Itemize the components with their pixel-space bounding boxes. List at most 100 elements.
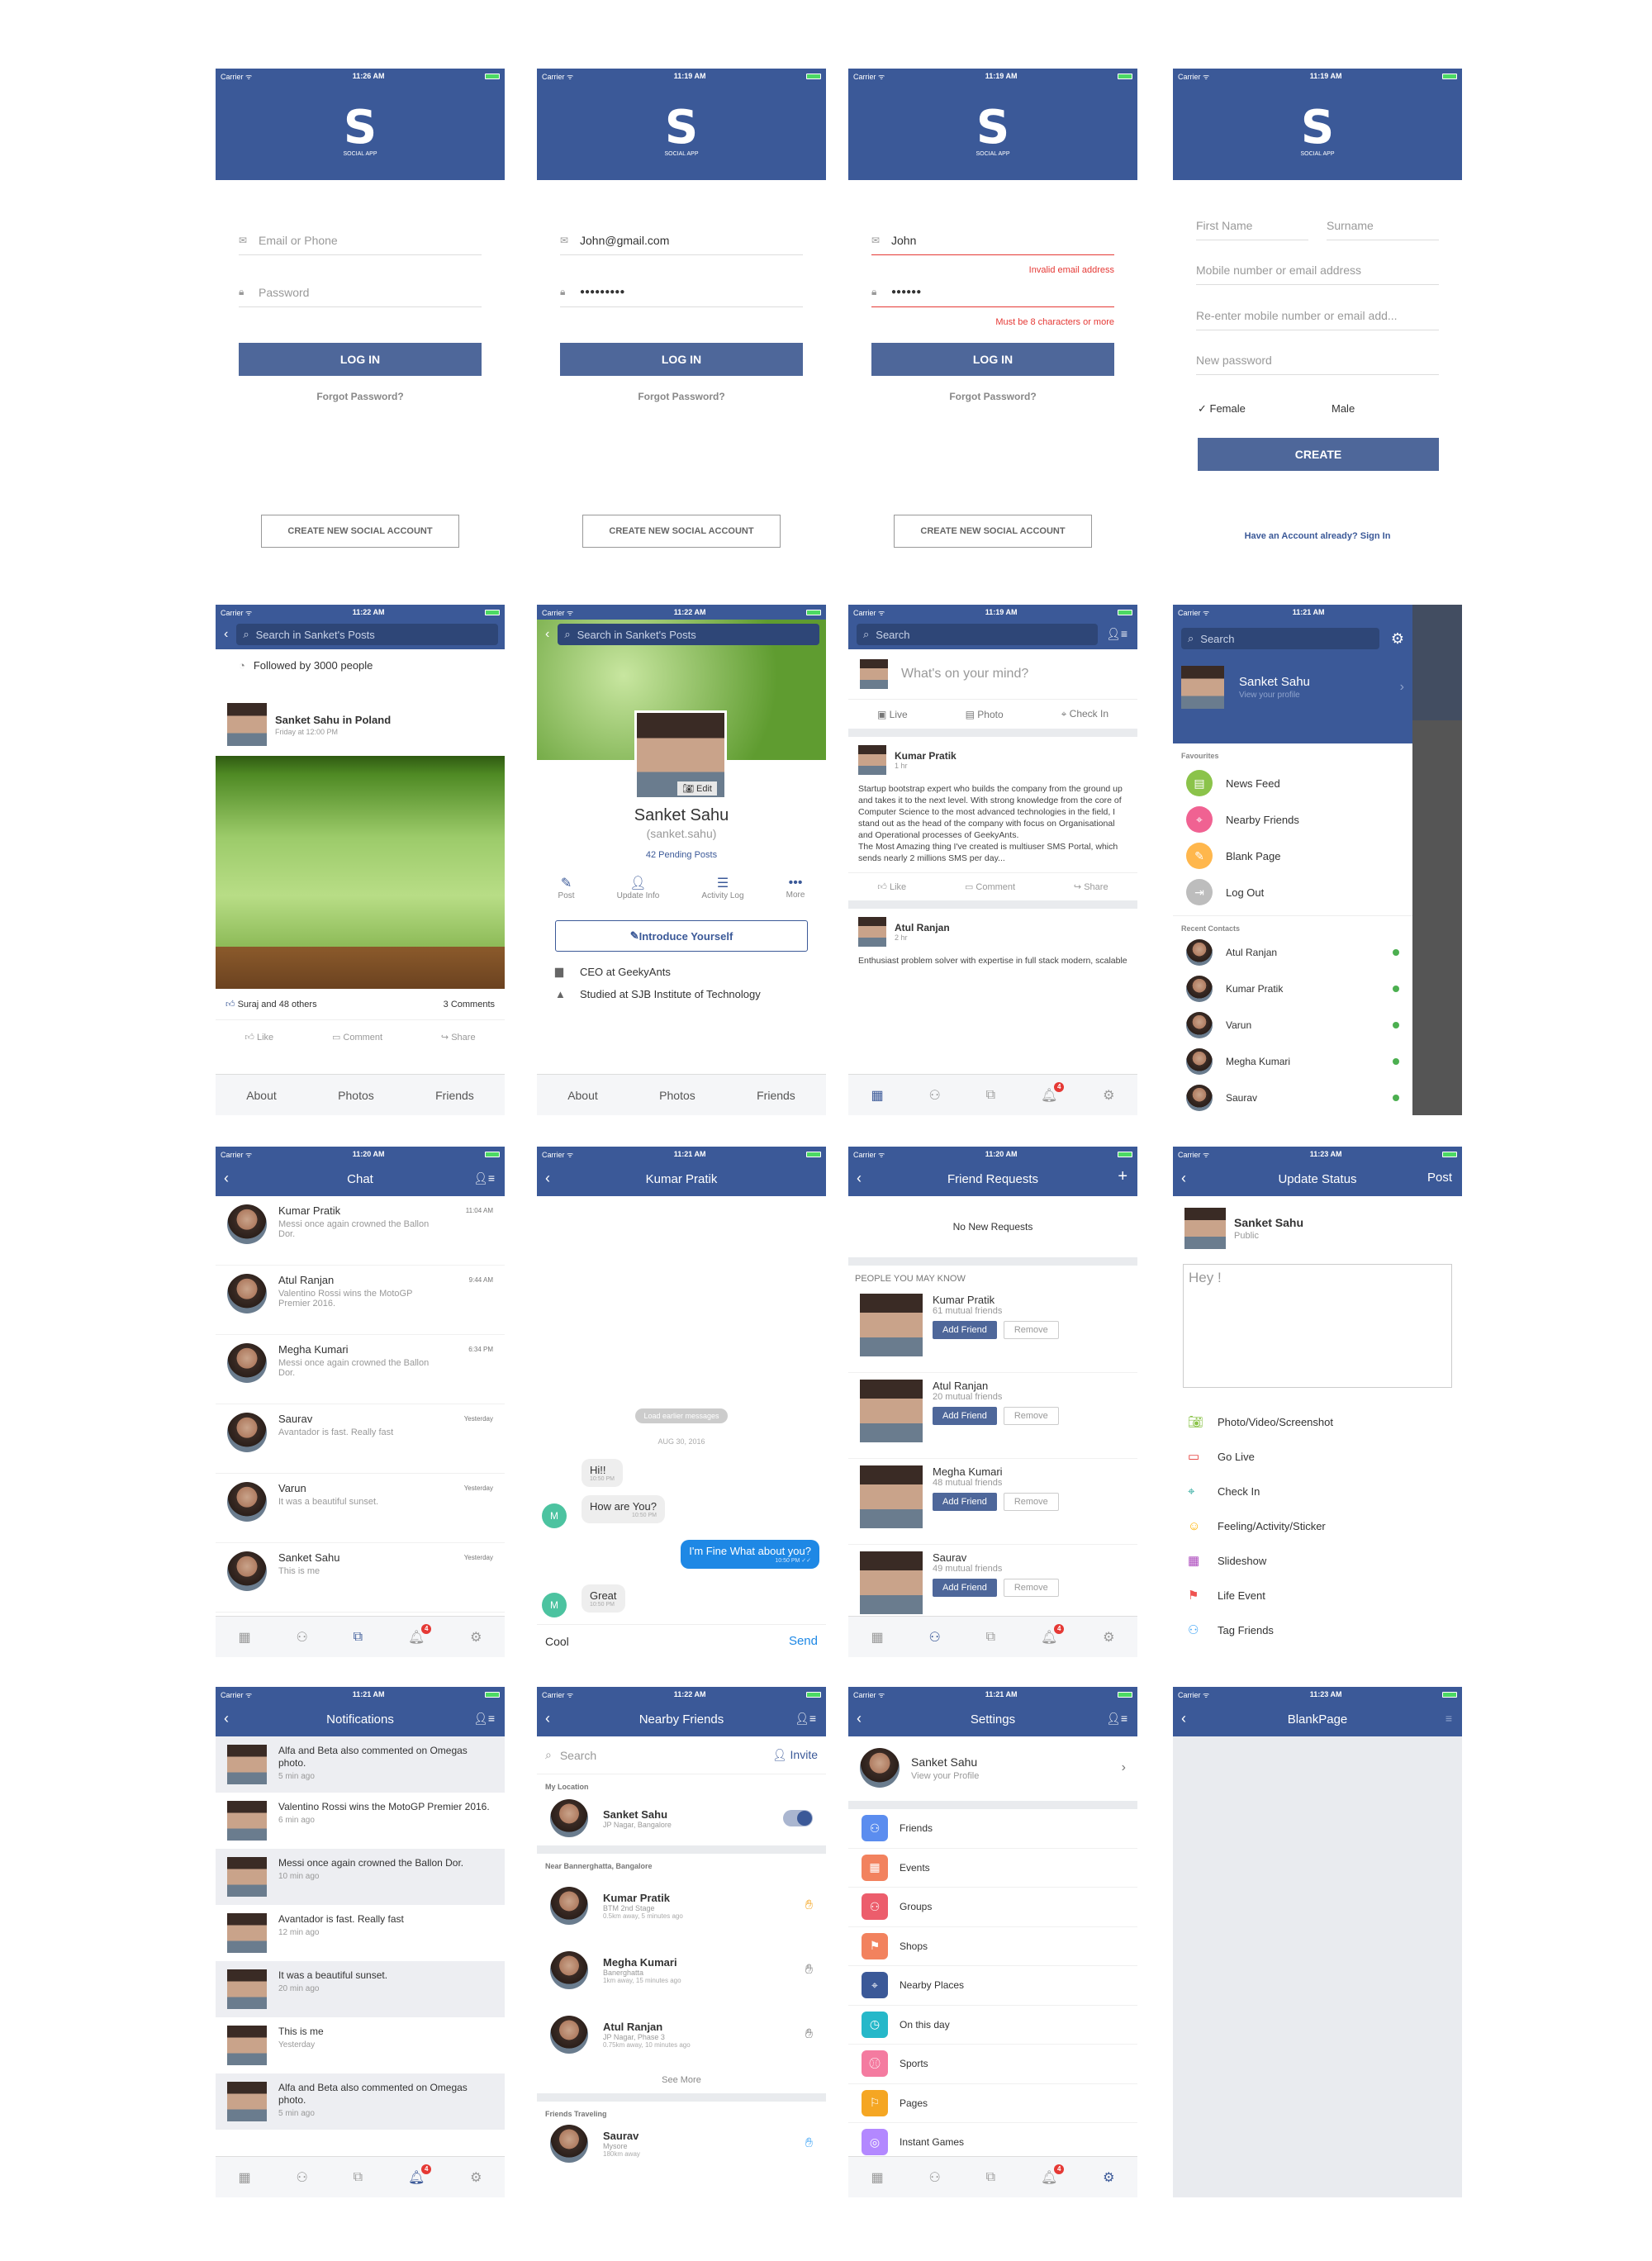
add-friend-button[interactable]: Add Friend bbox=[933, 1493, 997, 1511]
avatar[interactable] bbox=[227, 703, 267, 746]
remove-button[interactable]: Remove bbox=[1003, 1407, 1059, 1425]
create-account-button[interactable]: CREATE NEW SOCIAL ACCOUNT bbox=[894, 515, 1092, 548]
remove-button[interactable]: Remove bbox=[1003, 1493, 1059, 1511]
email-input[interactable]: ✉ Email or Phone bbox=[239, 226, 482, 255]
like-button[interactable]: 👍︎ Like bbox=[244, 1032, 273, 1043]
tab-settings[interactable]: ⚙ bbox=[1103, 2169, 1114, 2186]
tab-messages[interactable]: ⧉ bbox=[354, 2170, 363, 2185]
composer[interactable]: What's on your mind? bbox=[848, 649, 1137, 700]
tab-about[interactable]: About bbox=[246, 1089, 277, 1102]
email-input[interactable]: ✉ John@gmail.com bbox=[560, 226, 803, 255]
forgot-password-link[interactable]: Forgot Password? bbox=[216, 391, 505, 402]
contacts-icon[interactable]: 👤︎≡ bbox=[473, 1709, 495, 1727]
add-friend-button[interactable]: Add Friend bbox=[933, 1579, 997, 1597]
chat-row[interactable]: Atul Ranjan 9:44 AM Valentino Rossi wins t… bbox=[216, 1266, 505, 1335]
introduce-yourself-button[interactable]: ✎ Introduce Yourself bbox=[555, 920, 808, 952]
login-button[interactable]: LOG IN bbox=[560, 343, 803, 376]
tab-messages[interactable]: ⧉ bbox=[986, 2170, 995, 2185]
audience-selector[interactable]: Public bbox=[1234, 1231, 1303, 1241]
settings-item[interactable]: ⚑ Shops bbox=[848, 1927, 1137, 1966]
male-radio[interactable]: Male bbox=[1332, 402, 1355, 415]
back-icon[interactable]: ‹ bbox=[545, 627, 549, 642]
surname-input[interactable]: Surname bbox=[1327, 211, 1439, 240]
notification-row[interactable]: Alfa and Beta also commented on Omegas p… bbox=[216, 2073, 505, 2130]
wave-icon[interactable]: ✋︎ bbox=[805, 1963, 813, 1978]
menu-item-nearby-friends[interactable]: ⌖ Nearby Friends bbox=[1173, 801, 1412, 838]
add-icon[interactable]: + bbox=[1118, 1167, 1127, 1185]
settings-item[interactable]: ⚇ Friends bbox=[848, 1809, 1137, 1849]
back-icon[interactable]: ‹ bbox=[545, 1709, 550, 1727]
tab-settings[interactable]: ⚙ bbox=[470, 1629, 482, 1646]
contact-row[interactable]: Kumar Pratik bbox=[1173, 971, 1412, 1007]
status-option[interactable]: ☺ Feeling/Activity/Sticker bbox=[1173, 1508, 1462, 1543]
check-in-button[interactable]: ⌖ Check In bbox=[1061, 708, 1108, 720]
tab-friends[interactable]: Friends bbox=[435, 1089, 474, 1102]
back-icon[interactable]: ‹ bbox=[1181, 1709, 1186, 1727]
tab-notifications[interactable]: 🔔︎ 4 bbox=[1041, 1081, 1065, 1104]
sign-in-link[interactable]: Have an Account already? Sign In bbox=[1173, 531, 1462, 541]
contacts-icon[interactable]: 👤︎≡ bbox=[473, 1169, 495, 1187]
settings-item[interactable]: ▦ Events bbox=[848, 1849, 1137, 1888]
chat-row[interactable]: Sanket Sahu Yesterday This is me bbox=[216, 1543, 505, 1613]
notification-row[interactable]: Valentino Rossi wins the MotoGP Premier … bbox=[216, 1793, 505, 1849]
chat-row[interactable]: Kumar Pratik 11:04 AM Messi once again cro… bbox=[216, 1196, 505, 1266]
tab-messages[interactable]: ⧉ bbox=[986, 1088, 995, 1103]
remove-button[interactable]: Remove bbox=[1003, 1321, 1059, 1339]
more-action[interactable]: ••• More bbox=[786, 876, 805, 900]
search-input[interactable]: Search bbox=[560, 1749, 772, 1762]
password-input[interactable]: 🔒︎ ●●●●●● bbox=[871, 278, 1114, 307]
reenter-mobile-input[interactable]: Re-enter mobile number or email add... bbox=[1196, 301, 1439, 330]
tab-friends[interactable]: ⚇ bbox=[928, 1629, 940, 1646]
activity-log-action[interactable]: ☰ Activity Log bbox=[701, 875, 743, 900]
avatar[interactable] bbox=[860, 1551, 923, 1614]
search-input[interactable]: ⌕ Search in Sanket's Posts bbox=[236, 624, 498, 645]
status-option[interactable]: ▭ Go Live bbox=[1173, 1439, 1462, 1474]
comment-button[interactable]: ▭ Comment bbox=[965, 881, 1015, 892]
comment-button[interactable]: ▭ Comment bbox=[332, 1032, 382, 1043]
notification-row[interactable]: Avantador is fast. Really fast 12 min ago bbox=[216, 1905, 505, 1961]
contact-row[interactable]: Varun bbox=[1173, 1007, 1412, 1043]
first-name-input[interactable]: First Name bbox=[1196, 211, 1308, 240]
contact-row[interactable]: Megha Kumari bbox=[1173, 1043, 1412, 1080]
comments-count[interactable]: 3 Comments bbox=[444, 1000, 495, 1009]
tab-friends[interactable]: ⚇ bbox=[296, 1629, 307, 1646]
avatar[interactable] bbox=[858, 917, 886, 947]
nearby-row[interactable]: Megha Kumari Banerghatta 1km away, 15 minu… bbox=[537, 1938, 826, 2002]
add-friend-button[interactable]: Add Friend bbox=[933, 1321, 997, 1339]
contact-row[interactable]: Atul Ranjan bbox=[1173, 934, 1412, 971]
add-friend-button[interactable]: Add Friend bbox=[933, 1407, 997, 1425]
email-input[interactable]: ✉ John bbox=[871, 226, 1114, 255]
tab-notifications[interactable]: 🔔︎ 4 bbox=[1041, 2164, 1065, 2186]
remove-button[interactable]: Remove bbox=[1003, 1579, 1059, 1597]
wave-icon[interactable]: ✋︎ bbox=[805, 1898, 813, 1913]
tab-photos[interactable]: Photos bbox=[338, 1089, 374, 1102]
settings-item[interactable]: ⚾︎ Sports bbox=[848, 2045, 1137, 2084]
back-icon[interactable]: ‹ bbox=[1181, 1169, 1186, 1187]
forgot-password-link[interactable]: Forgot Password? bbox=[848, 391, 1137, 402]
post-action[interactable]: ✎ Post bbox=[558, 875, 575, 900]
password-input[interactable]: 🔒︎ ●●●●●●●●● bbox=[560, 278, 803, 307]
live-button[interactable]: ▣ Live bbox=[877, 709, 908, 720]
pending-posts-link[interactable]: 42 Pending Posts bbox=[537, 850, 826, 860]
back-icon[interactable]: ‹ bbox=[224, 1169, 229, 1187]
share-button[interactable]: ↪ Share bbox=[441, 1032, 476, 1043]
photo-button[interactable]: ▤ Photo bbox=[966, 709, 1004, 720]
tab-feed[interactable]: ▦ bbox=[238, 1629, 250, 1646]
tab-friends[interactable]: ⚇ bbox=[928, 2169, 940, 2186]
notification-row[interactable]: It was a beautiful sunset. 20 min ago bbox=[216, 1961, 505, 2017]
settings-item[interactable]: ◷ On this day bbox=[848, 2006, 1137, 2045]
login-button[interactable]: LOG IN bbox=[239, 343, 482, 376]
menu-item-blank-page[interactable]: ✎ Blank Page bbox=[1173, 838, 1412, 874]
female-radio[interactable]: ✓ Female bbox=[1198, 402, 1246, 416]
tab-notifications[interactable]: 🔔︎ 4 bbox=[1041, 1623, 1065, 1646]
traveling-row[interactable]: Saurav Mysore 180km away ✋︎ bbox=[537, 2121, 826, 2166]
status-option[interactable]: ▦ Slideshow bbox=[1173, 1543, 1462, 1578]
new-password-input[interactable]: New password bbox=[1196, 345, 1439, 375]
like-button[interactable]: 👍︎ Like bbox=[877, 881, 906, 892]
update-info-action[interactable]: 👤︎ Update Info bbox=[617, 875, 660, 900]
back-icon[interactable]: ‹ bbox=[224, 1709, 229, 1727]
nearby-row[interactable]: Atul Ranjan JP Nagar, Phase 3 0.75km away,… bbox=[537, 2002, 826, 2067]
contacts-icon[interactable]: 👤︎≡ bbox=[795, 1709, 816, 1727]
contacts-icon[interactable]: 👤︎≡ bbox=[1106, 625, 1127, 643]
tab-notifications[interactable]: 🔔︎ 4 bbox=[408, 2164, 432, 2186]
